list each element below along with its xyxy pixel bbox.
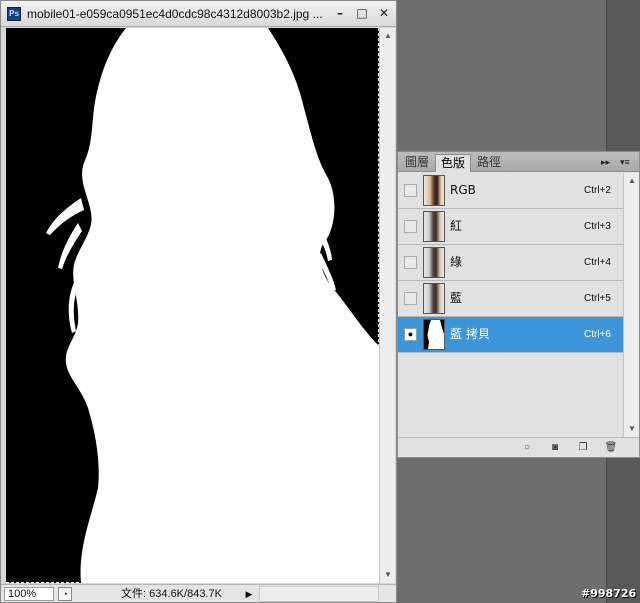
visibility-toggle[interactable] <box>404 220 417 233</box>
document-title: mobile01-e059ca0951ec4d0cdc98c4312d8003b… <box>27 7 323 21</box>
collapse-panel-icon[interactable]: ▸▸ <box>601 154 610 170</box>
channel-shortcut: Ctrl+6 <box>584 329 611 340</box>
panel-menu-icon[interactable]: ▾≡ <box>620 154 630 170</box>
visibility-toggle[interactable]: ● <box>404 328 417 341</box>
zoom-input[interactable]: 100% <box>4 587 54 601</box>
channel-thumbnail <box>423 247 445 278</box>
visibility-toggle[interactable] <box>404 292 417 305</box>
mask-thumbnail-shape <box>427 320 444 349</box>
channel-row-blue[interactable]: 藍 Ctrl+5 <box>398 281 623 317</box>
tab-layers[interactable]: 圖層 <box>400 154 434 172</box>
status-options-icon[interactable]: ◔ <box>58 587 72 601</box>
channel-name: 藍 <box>450 291 463 305</box>
new-channel-icon[interactable]: ❐ <box>576 441 590 455</box>
channel-thumbnail <box>423 175 445 206</box>
panel-scrollbar[interactable]: ▲ ▼ <box>623 173 639 437</box>
load-selection-icon[interactable]: ○ <box>520 441 534 455</box>
vertical-scrollbar[interactable]: ▲ ▼ <box>379 28 395 583</box>
channel-name: 紅 <box>450 219 463 233</box>
watermark: #998726 <box>581 587 637 600</box>
save-selection-icon[interactable]: ◙ <box>548 441 562 455</box>
channels-panel: 圖層 色版 路徑 ▸▸ ▾≡ RGB Ctrl+2 紅 Ctrl+3 綠 Ctr… <box>397 151 640 458</box>
minimize-button[interactable]: – <box>332 6 348 21</box>
scroll-down-icon[interactable]: ▼ <box>380 567 396 583</box>
panel-header: 圖層 色版 路徑 ▸▸ ▾≡ <box>398 152 639 172</box>
eye-icon: ● <box>407 329 414 339</box>
visibility-toggle[interactable] <box>404 184 417 197</box>
channel-row-blue-copy[interactable]: ● 藍 拷貝 Ctrl+6 <box>398 317 623 353</box>
channel-name: RGB <box>450 183 476 197</box>
horizontal-scrollbar[interactable] <box>259 586 379 602</box>
scroll-up-icon[interactable]: ▲ <box>380 28 396 44</box>
image-canvas[interactable] <box>6 28 379 583</box>
channel-shortcut: Ctrl+3 <box>584 221 611 232</box>
channel-list: RGB Ctrl+2 紅 Ctrl+3 綠 Ctrl+4 藍 Ctrl+5 ● <box>398 173 623 437</box>
scroll-up-icon[interactable]: ▲ <box>624 173 640 189</box>
channel-name: 藍 拷貝 <box>450 327 490 341</box>
channel-shortcut: Ctrl+5 <box>584 293 611 304</box>
file-size-info: 文件: 634.6K/843.7K <box>121 588 222 600</box>
status-menu-arrow-icon[interactable]: ▶ <box>243 587 255 601</box>
channel-thumbnail <box>423 283 445 314</box>
channel-row-rgb[interactable]: RGB Ctrl+2 <box>398 173 623 209</box>
scroll-down-icon[interactable]: ▼ <box>624 421 640 437</box>
channel-row-green[interactable]: 綠 Ctrl+4 <box>398 245 623 281</box>
tab-channels[interactable]: 色版 <box>435 154 472 172</box>
mask-silhouette <box>46 28 379 583</box>
panel-footer: ○ ◙ ❐ 🗑 <box>398 437 639 457</box>
channel-name: 綠 <box>450 255 463 269</box>
channel-row-red[interactable]: 紅 Ctrl+3 <box>398 209 623 245</box>
channel-thumbnail <box>423 319 445 350</box>
channel-thumbnail <box>423 211 445 242</box>
document-status-bar: 100% ◔ 文件: 634.6K/843.7K ▶ <box>1 584 396 602</box>
visibility-toggle[interactable] <box>404 256 417 269</box>
channel-shortcut: Ctrl+2 <box>584 185 611 196</box>
document-titlebar[interactable]: Ps mobile01-e059ca0951ec4d0cdc98c4312d80… <box>1 1 396 27</box>
photoshop-icon: Ps <box>7 7 21 21</box>
document-window: Ps mobile01-e059ca0951ec4d0cdc98c4312d80… <box>0 0 397 603</box>
tab-paths[interactable]: 路徑 <box>472 154 506 172</box>
trash-icon[interactable]: 🗑 <box>604 441 618 455</box>
maximize-button[interactable]: □ <box>354 6 370 21</box>
close-button[interactable]: ✕ <box>376 6 392 21</box>
channel-shortcut: Ctrl+4 <box>584 257 611 268</box>
